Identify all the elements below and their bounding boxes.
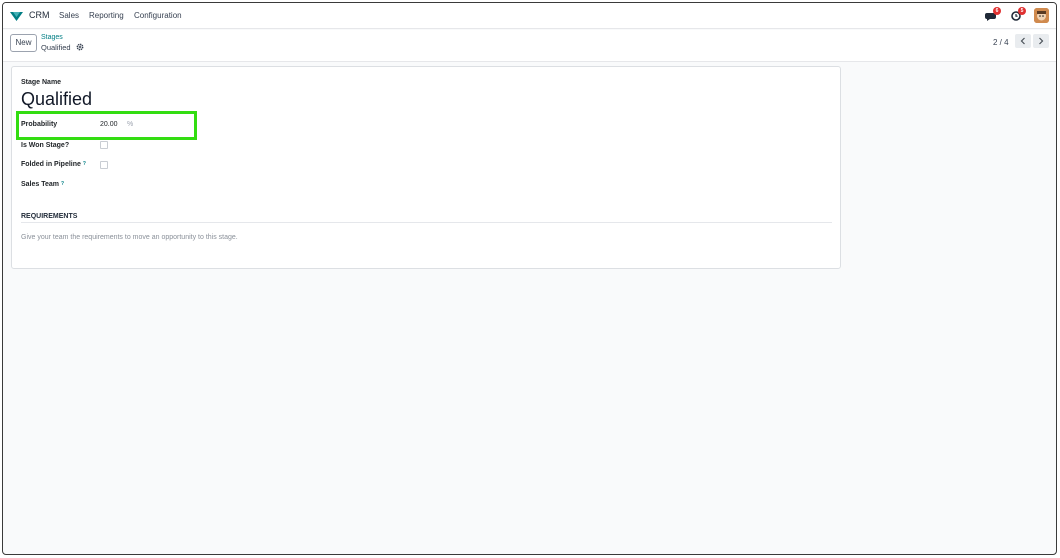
requirements-title: REQUIREMENTS bbox=[21, 213, 78, 220]
pager-next-button[interactable] bbox=[1033, 34, 1049, 48]
crm-logo-icon[interactable] bbox=[10, 11, 23, 21]
breadcrumb-stages-link[interactable]: Stages bbox=[41, 34, 63, 41]
requirements-textarea[interactable]: Give your team the requirements to move … bbox=[21, 234, 238, 241]
probability-highlight-box bbox=[16, 111, 197, 140]
help-icon[interactable]: ? bbox=[83, 161, 86, 167]
gear-icon[interactable] bbox=[76, 43, 84, 51]
section-divider bbox=[21, 222, 832, 223]
folded-label: Folded in Pipeline? bbox=[21, 161, 86, 168]
user-avatar[interactable] bbox=[1034, 8, 1049, 23]
nav-menu-sales[interactable]: Sales bbox=[59, 11, 79, 20]
folded-checkbox[interactable] bbox=[100, 161, 108, 169]
top-navbar: CRM Sales Reporting Configuration 6 5 bbox=[3, 3, 1056, 29]
help-icon[interactable]: ? bbox=[61, 181, 64, 187]
app-window: CRM Sales Reporting Configuration 6 5 Ne… bbox=[2, 2, 1057, 555]
sales-team-input[interactable] bbox=[100, 179, 260, 189]
chevron-right-icon bbox=[1039, 37, 1044, 45]
activities-button[interactable]: 5 bbox=[1011, 7, 1026, 23]
stage-name-label: Stage Name bbox=[21, 79, 62, 86]
control-panel: New Stages Qualified 2 / 4 bbox=[3, 30, 1056, 62]
messages-badge: 6 bbox=[993, 7, 1001, 15]
nav-menu-configuration[interactable]: Configuration bbox=[134, 11, 182, 20]
form-sheet: Stage Name Qualified Probability 20.00 %… bbox=[11, 66, 841, 269]
nav-menu-reporting[interactable]: Reporting bbox=[89, 11, 124, 20]
pager-previous-button[interactable] bbox=[1015, 34, 1031, 48]
is-won-checkbox[interactable] bbox=[100, 141, 108, 149]
pager-value[interactable]: 2 / 4 bbox=[993, 38, 1009, 47]
is-won-label: Is Won Stage? bbox=[21, 142, 70, 149]
nav-app-name[interactable]: CRM bbox=[29, 10, 50, 20]
chevron-left-icon bbox=[1020, 37, 1025, 45]
new-button[interactable]: New bbox=[10, 34, 37, 52]
messages-button[interactable]: 6 bbox=[985, 7, 1001, 23]
breadcrumb-current: Qualified bbox=[41, 43, 71, 52]
activities-badge: 5 bbox=[1018, 7, 1026, 15]
stage-name-input[interactable]: Qualified bbox=[21, 89, 92, 110]
sales-team-label: Sales Team? bbox=[21, 181, 65, 188]
